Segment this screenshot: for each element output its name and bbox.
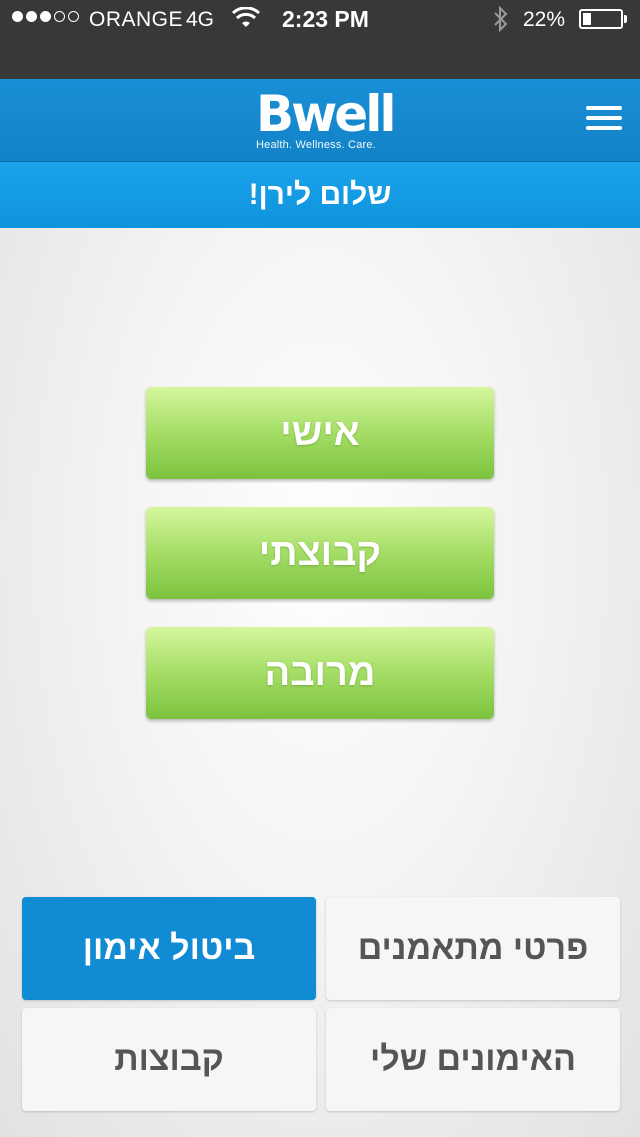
wifi-icon [231, 6, 261, 37]
status-time: 2:23 PM [282, 6, 369, 32]
trainee-details-button[interactable]: פרטי מתאמנים [326, 897, 620, 1000]
battery-icon [579, 9, 623, 29]
group-training-button[interactable]: קבוצתי [146, 507, 494, 599]
groups-button[interactable]: קבוצות [22, 1008, 316, 1111]
logo-tagline: Health. Wellness. Care. [256, 139, 376, 151]
signal-strength-icon [12, 11, 79, 22]
multi-training-button[interactable]: מרובה [146, 627, 494, 719]
logo-text: Bwell [256, 85, 397, 143]
network-type: 4G [186, 8, 215, 31]
carrier-name: ORANGE [89, 8, 184, 31]
main-content: אישי קבוצתי מרובה ביטול אימון פרטי מתאמנ… [0, 228, 640, 1137]
battery-tip [624, 15, 627, 23]
app-header: Bwell Health. Wellness. Care. [0, 79, 640, 162]
bwell-logo: Bwell Health. Wellness. Care. [256, 85, 397, 151]
battery-percent: 22% [523, 8, 566, 31]
hamburger-menu-icon[interactable] [586, 106, 622, 134]
status-bar: ORANGE 4G 2:23 PM 22% [0, 0, 640, 79]
greeting-bar: שלום לירן! [0, 162, 640, 228]
greeting-text: שלום לירן! [248, 178, 392, 211]
bluetooth-icon [492, 5, 510, 39]
my-trainings-button[interactable]: האימונים שלי [326, 1008, 620, 1111]
personal-training-button[interactable]: אישי [146, 387, 494, 479]
cancel-training-button[interactable]: ביטול אימון [22, 897, 316, 1000]
